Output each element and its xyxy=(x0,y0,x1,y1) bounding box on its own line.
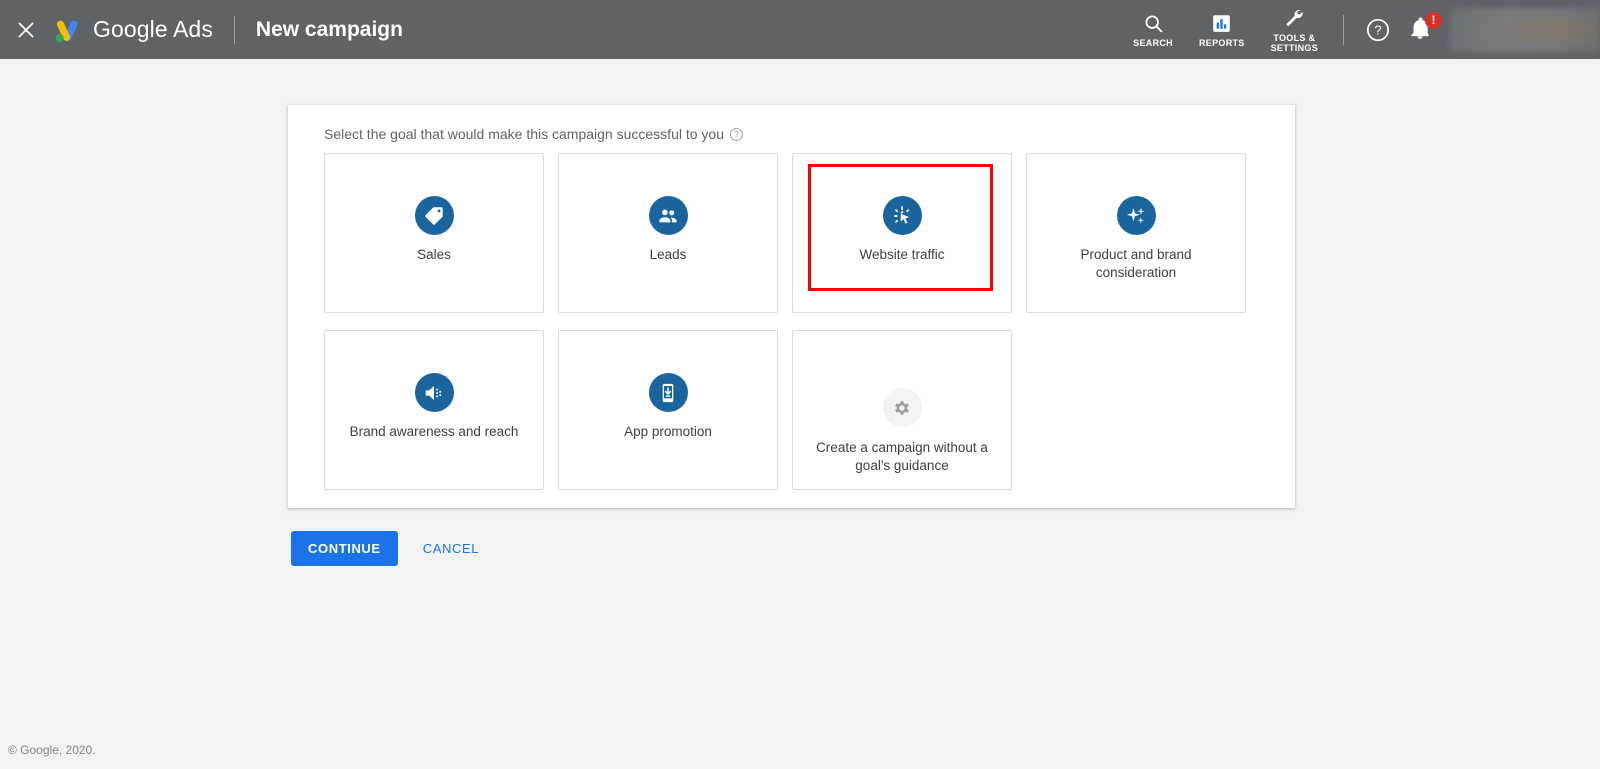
appbar-item-search-label: SEARCH xyxy=(1133,38,1173,48)
speaker-volume-icon xyxy=(414,373,454,412)
footer-copyright: © Google, 2020. xyxy=(8,743,96,757)
cancel-button[interactable]: CANCEL xyxy=(409,531,493,566)
sparkle-stars-icon xyxy=(1116,196,1156,235)
goal-card-product-brand-consideration-label: Product and brand consideration xyxy=(1080,247,1192,280)
price-tag-icon xyxy=(414,196,454,235)
appbar-item-reports[interactable]: REPORTS xyxy=(1186,0,1258,59)
google-ads-logo-icon xyxy=(55,20,78,42)
goal-card-sales-label: Sales xyxy=(417,247,451,262)
goal-card-no-goal-guidance-label: Create a campaign without a goal's guida… xyxy=(816,440,988,473)
brand-name: Google Ads xyxy=(93,16,213,42)
page-title: New campaign xyxy=(255,17,403,41)
appbar-divider xyxy=(233,15,235,44)
goal-card-app-promotion-label: App promotion xyxy=(624,424,712,439)
continue-button[interactable]: CONTINUE xyxy=(291,531,398,566)
goal-grid: Sales Leads Website traffic Product and … xyxy=(324,153,1259,490)
people-group-icon xyxy=(648,196,688,235)
gear-icon xyxy=(882,388,922,427)
appbar-item-reports-label: REPORTS xyxy=(1198,38,1245,48)
form-actions: CONTINUE CANCEL xyxy=(291,531,493,566)
top-app-bar: Google Ads New campaign SEARCH REPORTS T… xyxy=(0,0,1600,59)
appbar-item-search[interactable]: SEARCH xyxy=(1120,0,1186,59)
goal-selection-panel: Select the goal that would make this cam… xyxy=(288,105,1295,508)
panel-heading-text: Select the goal that would make this cam… xyxy=(324,126,724,142)
appbar-item-tools-settings-label: TOOLS & SETTINGS xyxy=(1270,33,1318,53)
cursor-click-icon xyxy=(882,196,922,235)
help-question-icon: ? xyxy=(1366,18,1390,41)
notification-badge: ! xyxy=(1425,11,1442,29)
mobile-download-icon xyxy=(648,373,688,412)
svg-text:?: ? xyxy=(1374,22,1381,37)
goal-card-app-promotion[interactable]: App promotion xyxy=(558,330,778,490)
panel-heading: Select the goal that would make this cam… xyxy=(324,126,743,142)
help-question-icon[interactable]: ? xyxy=(730,127,743,141)
notifications-button[interactable]: ! xyxy=(1400,0,1444,59)
goal-card-leads[interactable]: Leads xyxy=(558,153,778,313)
goal-card-brand-awareness-reach-label: Brand awareness and reach xyxy=(349,424,519,439)
close-button[interactable] xyxy=(0,0,52,59)
goal-card-sales[interactable]: Sales xyxy=(324,153,544,313)
goal-card-website-traffic[interactable]: Website traffic xyxy=(792,153,1012,313)
help-button[interactable]: ? xyxy=(1356,0,1400,59)
goal-card-leads-label: Leads xyxy=(649,247,687,262)
goal-card-brand-awareness-reach[interactable]: Brand awareness and reach xyxy=(324,330,544,490)
wrench-icon xyxy=(1283,6,1305,29)
search-icon xyxy=(1143,11,1164,34)
goal-card-no-goal-guidance[interactable]: Create a campaign without a goal's guida… xyxy=(792,330,1012,490)
appbar-actions-divider xyxy=(1343,14,1344,45)
appbar-actions: SEARCH REPORTS TOOLS & SETTINGS ? ! xyxy=(1120,0,1600,59)
appbar-item-tools-settings[interactable]: TOOLS & SETTINGS xyxy=(1258,0,1331,59)
account-avatar[interactable] xyxy=(1450,7,1600,52)
reports-bar-chart-icon xyxy=(1211,11,1232,34)
close-icon xyxy=(18,21,34,38)
goal-card-product-brand-consideration[interactable]: Product and brand consideration xyxy=(1026,153,1246,313)
goal-card-website-traffic-label: Website traffic xyxy=(859,247,945,262)
